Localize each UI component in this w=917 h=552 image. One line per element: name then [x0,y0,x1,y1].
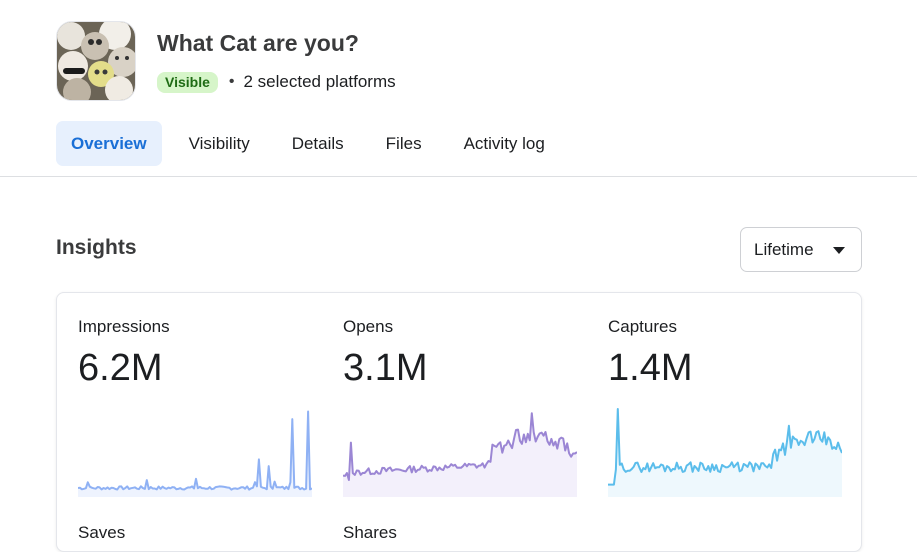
lens-meta: Visible • 2 selected platforms [157,70,396,94]
metric-saves-label: Saves [78,523,126,542]
meta-separator: • [228,73,235,90]
metric-label: Captures [608,317,677,336]
lens-title: What Cat are you? [157,30,359,56]
metric-label: Opens [343,317,394,336]
captures-sparkline [608,408,842,497]
sparkline-area [608,409,842,497]
sparkline-area [343,413,577,497]
sparkline-line [78,410,312,491]
metric-shares-label: Shares [343,523,397,542]
status-badge: Visible [157,71,218,93]
lens-thumbnail [56,21,136,101]
caret-down-icon [833,247,845,254]
time-range-select[interactable]: Lifetime [740,227,862,272]
metric-captures: Captures 1.4M [608,293,858,513]
tab-visibility[interactable]: Visibility [174,121,265,166]
insights-card: Impressions 6.2M Opens 3.1M Captures 1.4… [56,292,862,552]
platforms-count: 2 selected platforms [243,72,396,91]
tab-activity-log[interactable]: Activity log [449,121,560,166]
metric-value: 6.2M [78,347,163,389]
insights-heading: Insights [56,236,137,259]
metric-impressions: Impressions 6.2M [78,293,328,513]
metric-value: 1.4M [608,347,693,389]
tab-details[interactable]: Details [277,121,359,166]
metric-opens: Opens 3.1M [343,293,593,513]
metric-label: Impressions [78,317,170,336]
impressions-sparkline [78,410,312,497]
app-header: What Cat are you? Visible • 2 selected p… [0,0,917,177]
metric-value: 3.1M [343,347,428,389]
time-range-value: Lifetime [754,239,814,259]
tab-files[interactable]: Files [371,121,437,166]
opens-sparkline [343,412,577,497]
tab-overview[interactable]: Overview [56,121,162,166]
tab-bar: Overview Visibility Details Files Activi… [56,121,572,166]
